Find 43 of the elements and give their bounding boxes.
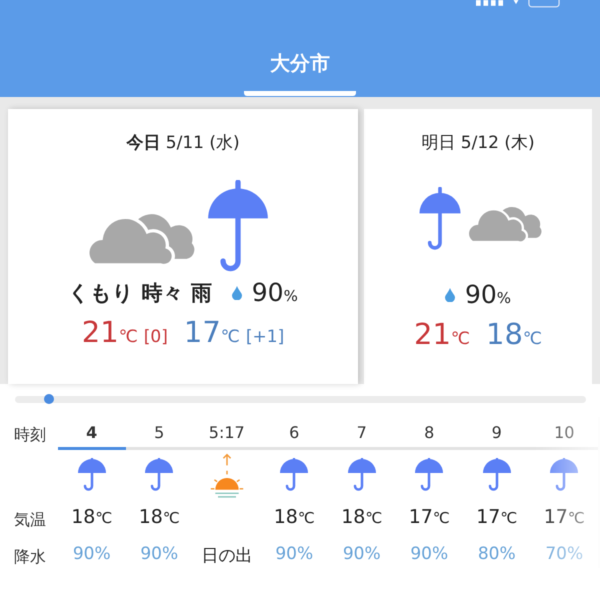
raindrop-icon (444, 288, 455, 302)
umbrella-icon (76, 458, 107, 491)
slider-thumb[interactable] (44, 394, 54, 404)
hour-cell[interactable]: 10 (530, 417, 598, 450)
high-temp: 21℃ (82, 315, 138, 349)
precip-cell: 90% (342, 544, 381, 564)
precip-cell: 90% (275, 544, 314, 564)
signal-icon (476, 0, 504, 6)
day-heading: 明日 5/12 (木) (421, 132, 535, 154)
precip-chance: 90% (252, 278, 298, 307)
temp-cell-text: 18℃ (138, 506, 180, 530)
low-temp: 17℃ (184, 315, 240, 349)
precip-chance: 90% (464, 280, 512, 309)
precip-cell: 90% (140, 544, 178, 564)
low-temp-diff: [+1] (246, 327, 284, 347)
umbrella-icon (144, 458, 174, 491)
day-heading: 今日 5/11 (水) (126, 132, 240, 154)
umbrella-icon (482, 458, 512, 491)
row-label: 時刻 (14, 425, 47, 446)
temp-cell-text: 18℃ (71, 506, 112, 530)
temp-cell-text: 17℃ (408, 506, 450, 530)
temp-cell-text: 18℃ (341, 506, 382, 530)
precip-cell: 90% (72, 544, 111, 564)
battery-icon (528, 0, 560, 8)
high-temp-diff: [0] (144, 327, 168, 347)
umbrella-icon (346, 458, 377, 491)
weather-text: くもり 時々 雨 (68, 280, 212, 306)
umbrella-icon (549, 458, 580, 491)
precip-cell: 90% (410, 544, 448, 564)
row-label: 気温 (14, 510, 47, 531)
temp-cell-text: 18℃ (274, 506, 315, 530)
umbrella-icon (414, 458, 444, 491)
row-label: 降水 (14, 547, 47, 568)
temp-cell-text: 17℃ (544, 506, 585, 530)
precip-cell: 80% (478, 544, 516, 564)
umbrella-icon (279, 458, 310, 491)
scroll-slider[interactable] (15, 396, 586, 403)
precip-cell: 70% (545, 544, 584, 564)
raindrop-icon (232, 286, 242, 300)
temp-cell-text: 17℃ (476, 506, 518, 530)
precip-cell-text: 日の出 (201, 545, 252, 567)
low-temp: 18℃ (486, 317, 542, 351)
high-temp: 21℃ (414, 317, 470, 351)
